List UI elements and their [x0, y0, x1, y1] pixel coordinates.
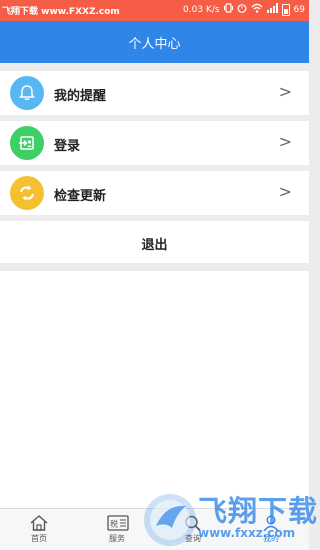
menu-item-label: 检查更新	[54, 189, 107, 204]
main-content: 我的提醒 > 登录 > 检查更新 > 退出	[0, 63, 309, 508]
page-title: 个人中心	[128, 37, 181, 52]
svg-text:税: 税	[110, 519, 118, 529]
login-icon	[10, 126, 44, 160]
tab-label: 首页	[31, 534, 47, 543]
wifi-icon	[251, 3, 263, 16]
home-icon	[29, 514, 49, 532]
menu-item-label: 我的提醒	[54, 89, 107, 104]
network-speed: 0.03 K/s	[183, 4, 220, 15]
alarm-icon	[237, 3, 247, 16]
status-bar: 飞翔下载 www.FXXZ.com 0.03 K/s 69	[0, 0, 309, 21]
empty-area	[0, 271, 309, 508]
tax-service-icon: 税	[107, 514, 129, 532]
chevron-right-icon: >	[278, 82, 292, 101]
battery-icon	[281, 3, 290, 16]
logout-button[interactable]: 退出	[0, 221, 309, 263]
battery-level: 69	[293, 4, 305, 15]
watermark-logo-icon	[142, 492, 198, 550]
signal-icon	[266, 3, 278, 16]
refresh-icon	[10, 176, 44, 210]
vibrate-icon	[223, 3, 233, 16]
tab-label: 服务	[109, 534, 125, 543]
menu-item-check-update[interactable]: 检查更新 >	[0, 171, 309, 215]
tab-service[interactable]: 税 服务	[92, 509, 142, 550]
status-watermark-text: 飞翔下载 www.FXXZ.com	[2, 7, 120, 17]
watermark: 飞翔下载 www.fxxz.com	[142, 488, 317, 550]
logout-label: 退出	[141, 238, 168, 253]
status-right-group: 0.03 K/s 69	[183, 3, 305, 16]
chevron-right-icon: >	[278, 132, 292, 151]
watermark-url: www.fxxz.com	[198, 526, 296, 540]
chevron-right-icon: >	[278, 182, 292, 201]
menu-item-login[interactable]: 登录 >	[0, 121, 309, 165]
menu-item-reminders[interactable]: 我的提醒 >	[0, 71, 309, 115]
tab-home[interactable]: 首页	[14, 509, 64, 550]
menu-item-label: 登录	[54, 139, 81, 154]
app-header: 个人中心	[0, 21, 309, 63]
bell-icon	[10, 76, 44, 110]
watermark-logo-text: 飞翔下载	[198, 494, 319, 528]
